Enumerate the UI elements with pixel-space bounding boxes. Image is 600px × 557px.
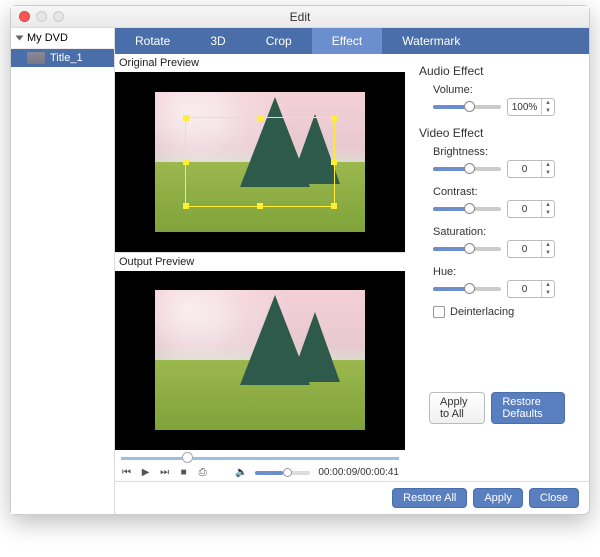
prev-frame-icon[interactable]: ⏮ [121,467,132,478]
footer: Restore All Apply Close [115,481,589,514]
contrast-slider[interactable] [433,207,501,211]
apply-button[interactable]: Apply [473,488,523,508]
tab-effect[interactable]: Effect [312,28,382,54]
original-preview [115,72,405,252]
preview-column: Original Preview [115,54,405,481]
minimize-window-icon[interactable] [36,11,47,22]
volume-step-up[interactable]: ▲ [542,99,554,107]
crop-box[interactable] [185,117,335,207]
restore-all-button[interactable]: Restore All [392,488,467,508]
edit-window: Edit My DVD Title_1 Rotate 3D Crop Effec… [10,5,590,515]
apply-to-all-button[interactable]: Apply to All [429,392,485,424]
hue-slider[interactable] [433,287,501,291]
tab-watermark[interactable]: Watermark [382,28,480,54]
contrast-value-box[interactable]: 0▲▼ [507,200,555,218]
brightness-label: Brightness: [433,146,575,158]
sidebar-item-title1[interactable]: Title_1 [11,49,114,67]
volume-step-down[interactable]: ▼ [542,107,554,115]
titlebar: Edit [11,6,589,28]
disclosure-icon [16,36,24,41]
volume-effect-slider[interactable] [433,105,501,109]
tab-rotate[interactable]: Rotate [115,28,190,54]
hue-label: Hue: [433,266,575,278]
time-display: 00:00:09/00:00:41 [318,467,399,478]
effect-panel: Audio Effect Volume: 100% ▲▼ Video Effec… [405,54,589,481]
deinterlace-label: Deinterlacing [450,306,514,318]
tab-crop[interactable]: Crop [246,28,312,54]
snapshot-icon[interactable]: ⎙ [197,467,208,478]
volume-value: 100% [508,102,541,113]
traffic-lights [19,11,64,22]
playback-controls: ⏮ ▶ ⏭ ■ ⎙ 🔈 00:00:09/00:00:41 [115,464,405,481]
brightness-value-box[interactable]: 0▲▼ [507,160,555,178]
brightness-slider[interactable] [433,167,501,171]
restore-defaults-button[interactable]: Restore Defaults [491,392,565,424]
deinterlace-checkbox[interactable] [433,306,445,318]
zoom-window-icon[interactable] [53,11,64,22]
contrast-label: Contrast: [433,186,575,198]
play-icon[interactable]: ▶ [140,467,151,478]
close-button[interactable]: Close [529,488,579,508]
stop-icon[interactable]: ■ [178,467,189,478]
seek-knob[interactable] [182,452,193,463]
volume-value-box[interactable]: 100% ▲▼ [507,98,555,116]
saturation-value-box[interactable]: 0▲▼ [507,240,555,258]
hue-value-box[interactable]: 0▲▼ [507,280,555,298]
tab-3d[interactable]: 3D [190,28,245,54]
sidebar-root-label: My DVD [27,32,68,44]
tabs: Rotate 3D Crop Effect Watermark [115,28,589,54]
output-preview-label: Output Preview [115,253,405,271]
saturation-slider[interactable] [433,247,501,251]
seek-bar[interactable] [121,454,399,462]
sidebar: My DVD Title_1 [11,28,115,514]
volume-slider[interactable] [255,471,310,475]
volume-label: Volume: [433,84,575,96]
window-title: Edit [290,10,311,24]
next-frame-icon[interactable]: ⏭ [159,467,170,478]
output-preview [115,271,405,451]
volume-icon[interactable]: 🔈 [235,467,247,478]
sidebar-item-label: Title_1 [50,52,83,64]
close-window-icon[interactable] [19,11,30,22]
video-effect-title: Video Effect [419,126,575,140]
saturation-label: Saturation: [433,226,575,238]
sidebar-root[interactable]: My DVD [11,28,114,49]
original-preview-label: Original Preview [115,54,405,72]
audio-effect-title: Audio Effect [419,64,575,78]
title-thumb-icon [27,52,45,64]
